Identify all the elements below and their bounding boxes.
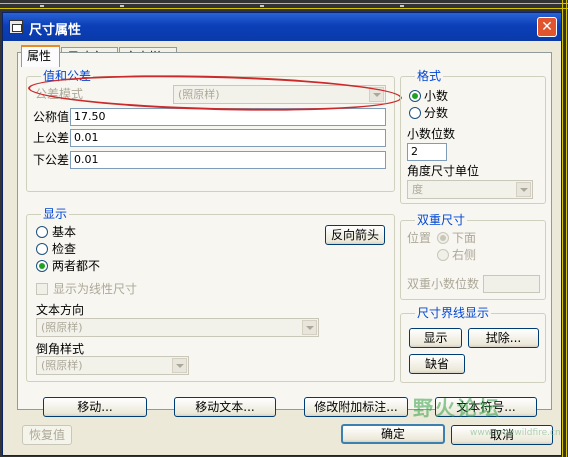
- inspect-label: 检查: [52, 242, 77, 256]
- forum-watermark-url: www.proewildfire.cn: [470, 428, 561, 438]
- cad-mark: [260, 5, 264, 7]
- display-label: 显示: [41, 207, 70, 221]
- cad-line: [0, 3, 568, 4]
- witness-line-label: 尺寸界线显示: [415, 306, 492, 320]
- format-label: 格式: [415, 69, 444, 83]
- cad-mark: [400, 5, 404, 7]
- ok-button[interactable]: 确定: [341, 424, 445, 444]
- decimal-places-label: 小数位数: [407, 127, 456, 141]
- dual-decimal-label: 双重小数位数: [407, 277, 480, 291]
- dual-decimal-input[interactable]: [483, 275, 540, 293]
- chamfer-style-select[interactable]: (照原样): [36, 356, 189, 375]
- dual-position-label: 位置: [407, 231, 432, 245]
- cad-line: [0, 8, 568, 9]
- chevron-down-icon[interactable]: [516, 182, 531, 197]
- text-orientation-value: (照原样): [41, 321, 83, 334]
- lower-tolerance-label: 下公差: [33, 153, 70, 167]
- nominal-input[interactable]: 17.50: [70, 108, 386, 126]
- text-orientation-select[interactable]: (照原样): [36, 318, 319, 337]
- title-bar[interactable]: 尺寸属性 ✕: [3, 13, 561, 41]
- basic-label: 基本: [52, 225, 77, 239]
- cad-line: [562, 0, 563, 457]
- basic-radio[interactable]: [36, 226, 48, 238]
- show-linear-label: 显示为线性尺寸: [53, 282, 138, 296]
- default-witness-button[interactable]: 缺省: [409, 354, 465, 374]
- upper-tolerance-input[interactable]: 0.01: [70, 129, 386, 147]
- erase-witness-button[interactable]: 拭除...: [468, 328, 539, 348]
- window-title: 尺寸属性: [29, 23, 82, 38]
- right-label: 右侧: [452, 248, 477, 262]
- angle-unit-label: 角度尺寸单位: [407, 164, 480, 178]
- below-radio[interactable]: [437, 232, 449, 244]
- decimal-label: 小数: [424, 89, 449, 103]
- move-text-button[interactable]: 移动文本...: [174, 397, 276, 417]
- angle-unit-select[interactable]: 度: [407, 180, 533, 199]
- decimal-places-input[interactable]: 2: [407, 143, 447, 161]
- below-label: 下面: [452, 231, 477, 245]
- neither-radio[interactable]: [36, 260, 48, 272]
- restore-values-button[interactable]: 恢复值: [22, 425, 72, 445]
- cad-mark: [40, 5, 44, 7]
- dual-dimension-label: 双重尺寸: [415, 213, 468, 227]
- window-icon: [9, 20, 23, 34]
- close-button[interactable]: ✕: [537, 17, 557, 37]
- cad-line: [566, 0, 567, 457]
- chevron-down-icon[interactable]: [172, 358, 187, 373]
- decimal-radio[interactable]: [409, 90, 421, 102]
- chamfer-style-label: 倒角样式: [36, 342, 85, 356]
- angle-unit-value: 度: [412, 183, 423, 196]
- lower-tolerance-input[interactable]: 0.01: [70, 151, 386, 169]
- modify-attach-button[interactable]: 修改附加标注...: [304, 397, 408, 417]
- tab-properties[interactable]: 属性: [21, 45, 60, 67]
- show-witness-button[interactable]: 显示: [409, 328, 462, 348]
- inspect-radio[interactable]: [36, 243, 48, 255]
- text-orientation-label: 文本方向: [36, 303, 85, 317]
- chamfer-style-value: (照原样): [41, 359, 83, 372]
- flip-arrows-button[interactable]: 反向箭头: [325, 225, 385, 245]
- neither-label: 两者都不: [52, 259, 101, 273]
- fraction-radio[interactable]: [409, 107, 421, 119]
- show-linear-checkbox[interactable]: [36, 283, 48, 295]
- cad-mark: [120, 5, 124, 7]
- move-button[interactable]: 移动...: [43, 397, 147, 417]
- upper-tolerance-label: 上公差: [33, 131, 70, 145]
- fraction-label: 分数: [424, 106, 449, 120]
- chevron-down-icon[interactable]: [302, 320, 317, 335]
- right-radio[interactable]: [437, 249, 449, 261]
- forum-watermark: 野火论坛: [413, 396, 501, 420]
- nominal-label: 公称值: [33, 110, 70, 124]
